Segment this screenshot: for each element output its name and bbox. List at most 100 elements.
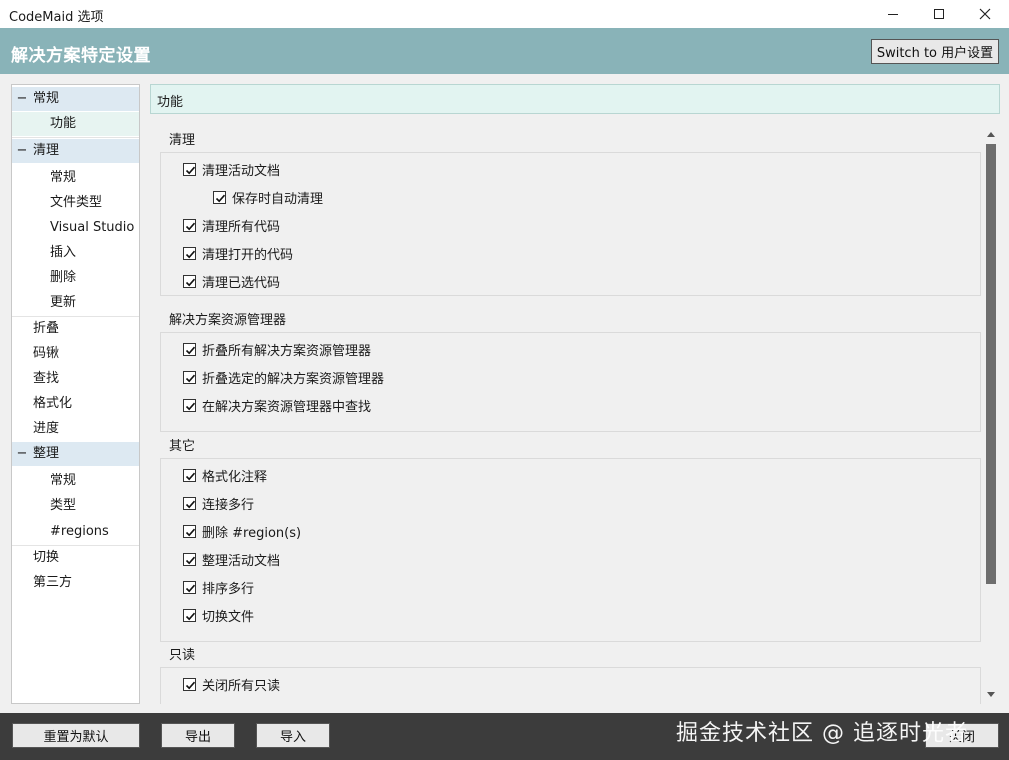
- checkbox-label: 清理所有代码: [202, 219, 281, 235]
- checkmark-icon: [215, 194, 226, 202]
- group-cleanup: 清理 清理活动文档 保存时自动清理 清理所有代码 清理打开的代码 清理已选代码: [160, 128, 981, 296]
- checkbox-format-comments[interactable]: 格式化注释: [183, 465, 267, 485]
- tree-item-progressing[interactable]: 进度: [12, 417, 139, 441]
- tree-item-label: 切换: [33, 550, 60, 565]
- checkmark-icon: [185, 374, 196, 382]
- checkbox-box[interactable]: [183, 496, 196, 510]
- checkbox-label: 连接多行: [202, 497, 255, 513]
- tree-item-cleanup[interactable]: − 清理: [12, 139, 139, 163]
- checkbox-label: 保存时自动清理: [232, 191, 324, 207]
- checkbox-box[interactable]: [183, 274, 196, 288]
- checkbox-cleanup-open-code[interactable]: 清理打开的代码: [183, 243, 293, 263]
- collapse-icon[interactable]: −: [16, 442, 28, 466]
- checkmark-icon: [185, 612, 196, 620]
- minimize-icon: [888, 13, 898, 15]
- checkbox-box[interactable]: [183, 608, 196, 622]
- checkbox-reorganize-active-document[interactable]: 整理活动文档: [183, 549, 280, 569]
- checkbox-label: 格式化注释: [202, 469, 268, 485]
- checkbox-sort-lines[interactable]: 排序多行: [183, 577, 254, 597]
- tree-item-label: 文件类型: [50, 195, 103, 210]
- tree-item-label: 码锹: [33, 346, 60, 361]
- checkbox-box[interactable]: [183, 218, 196, 232]
- checkbox-box[interactable]: [183, 524, 196, 538]
- checkbox-label: 清理已选代码: [202, 275, 281, 291]
- scroll-up-button[interactable]: [983, 126, 999, 142]
- tree-item-third-party[interactable]: 第三方: [12, 571, 139, 595]
- checkbox-box[interactable]: [183, 342, 196, 356]
- minimize-button[interactable]: [870, 0, 916, 28]
- tree-item-label: 更新: [50, 295, 77, 310]
- checkbox-close-all-readonly[interactable]: 关闭所有只读: [183, 674, 280, 694]
- page-title: 解决方案特定设置: [11, 46, 151, 66]
- reset-to-default-button[interactable]: 重置为默认: [12, 723, 140, 748]
- tree-item-label: 常规: [33, 91, 60, 106]
- checkmark-icon: [185, 556, 196, 564]
- tree-item-types[interactable]: 类型: [12, 494, 139, 518]
- checkbox-collapse-all-solution-explorer[interactable]: 折叠所有解决方案资源管理器: [183, 339, 371, 359]
- tree-item-features[interactable]: 功能: [12, 112, 139, 136]
- dialog-footer: 重置为默认 导出 导入 关闭 掘金技术社区 @ 追逐时光者: [0, 713, 1009, 760]
- collapse-icon[interactable]: −: [16, 87, 28, 111]
- checkbox-remove-regions[interactable]: 删除 #region(s): [183, 521, 301, 541]
- checkbox-box[interactable]: [183, 398, 196, 412]
- checkbox-label: 清理活动文档: [202, 163, 281, 179]
- checkbox-switch-file[interactable]: 切换文件: [183, 605, 254, 625]
- checkmark-icon: [185, 681, 196, 689]
- tree-item-finding[interactable]: 查找: [12, 367, 139, 391]
- tree-item-reorganizing-general[interactable]: 常规: [12, 469, 139, 493]
- checkbox-box[interactable]: [183, 552, 196, 566]
- tree-item-cleanup-general[interactable]: 常规: [12, 166, 139, 190]
- export-button[interactable]: 导出: [161, 723, 235, 748]
- checkbox-box[interactable]: [183, 468, 196, 482]
- checkmark-icon: [185, 278, 196, 286]
- checkmark-icon: [185, 472, 196, 480]
- group-box: 格式化注释 连接多行 删除 #region(s) 整理活动文档 排序多行 切换文…: [160, 458, 981, 642]
- tree-item-file-types[interactable]: 文件类型: [12, 191, 139, 215]
- checkbox-find-in-solution-explorer[interactable]: 在解决方案资源管理器中查找: [183, 395, 371, 415]
- checkmark-icon: [185, 250, 196, 258]
- collapse-icon[interactable]: −: [16, 139, 28, 163]
- tree-item-label: 常规: [50, 473, 77, 488]
- tree-item-digging[interactable]: 码锹: [12, 342, 139, 366]
- group-title: 其它: [169, 439, 196, 454]
- checkmark-icon: [185, 584, 196, 592]
- checkbox-box[interactable]: [183, 370, 196, 384]
- settings-header: 解决方案特定设置 Switch to 用户设置: [0, 28, 1009, 74]
- tree-item-collapse[interactable]: 折叠: [12, 317, 139, 341]
- tree-item-label: 整理: [33, 446, 60, 461]
- tree-item-general[interactable]: − 常规: [12, 87, 139, 111]
- panel-scrollbar[interactable]: [983, 126, 999, 703]
- tree-item-formatting[interactable]: 格式化: [12, 392, 139, 416]
- checkbox-box[interactable]: [213, 190, 226, 204]
- maximize-button[interactable]: [916, 0, 962, 28]
- checkbox-box[interactable]: [183, 246, 196, 260]
- checkbox-box[interactable]: [183, 580, 196, 594]
- group-title: 只读: [169, 648, 196, 663]
- checkbox-auto-cleanup-on-save[interactable]: 保存时自动清理: [213, 187, 323, 207]
- scroll-down-button[interactable]: [983, 687, 999, 703]
- group-box: 关闭所有只读: [160, 667, 981, 704]
- checkbox-box[interactable]: [183, 677, 196, 691]
- scrollbar-thumb[interactable]: [986, 144, 996, 584]
- checkbox-label: 折叠所有解决方案资源管理器: [202, 343, 372, 359]
- tree-item-label: 常规: [50, 170, 77, 185]
- tree-item-switching[interactable]: 切换: [12, 546, 139, 570]
- import-button[interactable]: 导入: [256, 723, 330, 748]
- group-solution-explorer: 解决方案资源管理器 折叠所有解决方案资源管理器 折叠选定的解决方案资源管理器 在…: [160, 308, 981, 432]
- switch-to-user-settings-button[interactable]: Switch to 用户设置: [871, 39, 999, 64]
- checkbox-cleanup-active-document[interactable]: 清理活动文档: [183, 159, 280, 179]
- tree-item-visual-studio[interactable]: Visual Studio: [12, 216, 139, 240]
- checkbox-collapse-selected-solution-explorer[interactable]: 折叠选定的解决方案资源管理器: [183, 367, 384, 387]
- checkbox-box[interactable]: [183, 162, 196, 176]
- checkbox-label: 折叠选定的解决方案资源管理器: [202, 371, 385, 387]
- tree-item-label: 查找: [33, 371, 60, 386]
- tree-item-update[interactable]: 更新: [12, 291, 139, 315]
- checkbox-join-lines[interactable]: 连接多行: [183, 493, 254, 513]
- checkbox-cleanup-selected-code[interactable]: 清理已选代码: [183, 271, 280, 291]
- tree-item-regions[interactable]: #regions: [12, 520, 139, 544]
- tree-item-remove[interactable]: 删除: [12, 266, 139, 290]
- checkbox-cleanup-all-code[interactable]: 清理所有代码: [183, 215, 280, 235]
- close-window-button[interactable]: [962, 0, 1008, 28]
- tree-item-insert[interactable]: 插入: [12, 241, 139, 265]
- tree-item-reorganizing[interactable]: − 整理: [12, 442, 139, 466]
